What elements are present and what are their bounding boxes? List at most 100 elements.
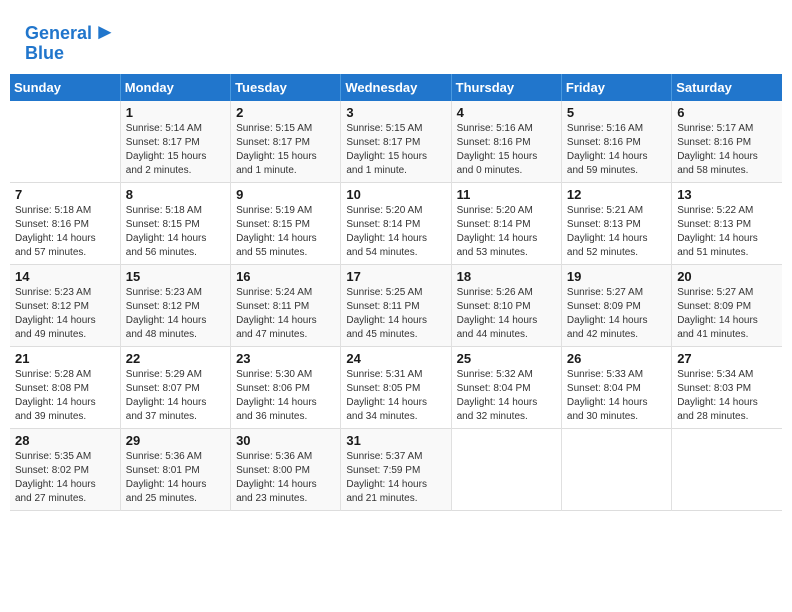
logo-blue: Blue bbox=[25, 43, 64, 63]
day-number: 22 bbox=[126, 351, 225, 366]
day-number: 17 bbox=[346, 269, 445, 284]
calendar-cell: 23Sunrise: 5:30 AM Sunset: 8:06 PM Dayli… bbox=[231, 346, 341, 428]
logo-bird-icon: ► bbox=[94, 19, 116, 44]
day-info: Sunrise: 5:36 AM Sunset: 8:01 PM Dayligh… bbox=[126, 450, 225, 506]
day-number: 7 bbox=[15, 187, 115, 202]
weekday-header: Friday bbox=[561, 74, 671, 101]
calendar-cell: 9 Sunrise: 5:19 AM Sunset: 8:15 PM Daylig… bbox=[231, 182, 341, 264]
calendar-cell: 16Sunrise: 5:24 AM Sunset: 8:11 PM Dayli… bbox=[231, 264, 341, 346]
calendar-cell: 13 Sunrise: 5:22 AM Sunset: 8:13 PM Dayli… bbox=[672, 182, 782, 264]
day-info: Sunrise: 5:33 AM Sunset: 8:04 PM Dayligh… bbox=[567, 368, 666, 424]
calendar-cell: 26 Sunrise: 5:33 AM Sunset: 8:04 PM Dayli… bbox=[561, 346, 671, 428]
calendar-cell: 24Sunrise: 5:31 AM Sunset: 8:05 PM Dayli… bbox=[341, 346, 451, 428]
day-number: 18 bbox=[457, 269, 556, 284]
calendar-cell: 20 Sunrise: 5:27 AM Sunset: 8:09 PM Dayli… bbox=[672, 264, 782, 346]
day-info: Sunrise: 5:34 AM Sunset: 8:03 PM Dayligh… bbox=[677, 368, 777, 424]
day-info: Sunrise: 5:36 AM Sunset: 8:00 PM Dayligh… bbox=[236, 450, 335, 506]
calendar-table: SundayMondayTuesdayWednesdayThursdayFrid… bbox=[10, 74, 782, 511]
day-number: 9 bbox=[236, 187, 335, 202]
day-number: 13 bbox=[677, 187, 777, 202]
calendar-week-row: 21 Sunrise: 5:28 AM Sunset: 8:08 PM Dayli… bbox=[10, 346, 782, 428]
calendar-cell: 21 Sunrise: 5:28 AM Sunset: 8:08 PM Dayli… bbox=[10, 346, 120, 428]
calendar-cell: 27 Sunrise: 5:34 AM Sunset: 8:03 PM Dayli… bbox=[672, 346, 782, 428]
day-number: 15 bbox=[126, 269, 225, 284]
calendar-week-row: 7Sunrise: 5:18 AM Sunset: 8:16 PM Daylig… bbox=[10, 182, 782, 264]
calendar-header: SundayMondayTuesdayWednesdayThursdayFrid… bbox=[10, 74, 782, 101]
calendar-cell: 6Sunrise: 5:17 AM Sunset: 8:16 PM Daylig… bbox=[672, 101, 782, 183]
day-number: 1 bbox=[126, 105, 225, 120]
day-number: 27 bbox=[677, 351, 777, 366]
calendar-cell: 7Sunrise: 5:18 AM Sunset: 8:16 PM Daylig… bbox=[10, 182, 120, 264]
day-number: 20 bbox=[677, 269, 777, 284]
calendar-week-row: 28Sunrise: 5:35 AM Sunset: 8:02 PM Dayli… bbox=[10, 428, 782, 510]
day-info: Sunrise: 5:32 AM Sunset: 8:04 PM Dayligh… bbox=[457, 368, 556, 424]
day-number: 19 bbox=[567, 269, 666, 284]
day-info: Sunrise: 5:26 AM Sunset: 8:10 PM Dayligh… bbox=[457, 286, 556, 342]
day-number: 25 bbox=[457, 351, 556, 366]
day-info: Sunrise: 5:14 AM Sunset: 8:17 PM Dayligh… bbox=[126, 122, 225, 178]
calendar-cell: 4Sunrise: 5:16 AM Sunset: 8:16 PM Daylig… bbox=[451, 101, 561, 183]
day-number: 14 bbox=[15, 269, 115, 284]
day-info: Sunrise: 5:21 AM Sunset: 8:13 PM Dayligh… bbox=[567, 204, 666, 260]
weekday-header: Tuesday bbox=[231, 74, 341, 101]
calendar-cell: 22Sunrise: 5:29 AM Sunset: 8:07 PM Dayli… bbox=[120, 346, 230, 428]
day-info: Sunrise: 5:37 AM Sunset: 7:59 PM Dayligh… bbox=[346, 450, 445, 506]
calendar-cell: 29 Sunrise: 5:36 AM Sunset: 8:01 PM Dayli… bbox=[120, 428, 230, 510]
day-info: Sunrise: 5:23 AM Sunset: 8:12 PM Dayligh… bbox=[126, 286, 225, 342]
calendar-cell: 1 Sunrise: 5:14 AM Sunset: 8:17 PM Daylig… bbox=[120, 101, 230, 183]
day-number: 11 bbox=[457, 187, 556, 202]
day-info: Sunrise: 5:28 AM Sunset: 8:08 PM Dayligh… bbox=[15, 368, 115, 424]
day-info: Sunrise: 5:20 AM Sunset: 8:14 PM Dayligh… bbox=[346, 204, 445, 260]
calendar-cell: 18 Sunrise: 5:26 AM Sunset: 8:10 PM Dayli… bbox=[451, 264, 561, 346]
day-info: Sunrise: 5:18 AM Sunset: 8:15 PM Dayligh… bbox=[126, 204, 225, 260]
day-number: 10 bbox=[346, 187, 445, 202]
calendar-cell bbox=[10, 101, 120, 183]
calendar-cell: 3 Sunrise: 5:15 AM Sunset: 8:17 PM Daylig… bbox=[341, 101, 451, 183]
calendar-cell bbox=[451, 428, 561, 510]
weekday-header: Monday bbox=[120, 74, 230, 101]
calendar-week-row: 14 Sunrise: 5:23 AM Sunset: 8:12 PM Dayli… bbox=[10, 264, 782, 346]
calendar-cell: 30 Sunrise: 5:36 AM Sunset: 8:00 PM Dayli… bbox=[231, 428, 341, 510]
day-number: 30 bbox=[236, 433, 335, 448]
day-info: Sunrise: 5:22 AM Sunset: 8:13 PM Dayligh… bbox=[677, 204, 777, 260]
day-info: Sunrise: 5:27 AM Sunset: 8:09 PM Dayligh… bbox=[567, 286, 666, 342]
calendar-cell bbox=[561, 428, 671, 510]
calendar-cell: 17 Sunrise: 5:25 AM Sunset: 8:11 PM Dayli… bbox=[341, 264, 451, 346]
day-number: 23 bbox=[236, 351, 335, 366]
day-info: Sunrise: 5:19 AM Sunset: 8:15 PM Dayligh… bbox=[236, 204, 335, 260]
logo-general: General bbox=[25, 23, 92, 43]
day-info: Sunrise: 5:20 AM Sunset: 8:14 PM Dayligh… bbox=[457, 204, 556, 260]
calendar-cell: 8 Sunrise: 5:18 AM Sunset: 8:15 PM Daylig… bbox=[120, 182, 230, 264]
day-info: Sunrise: 5:16 AM Sunset: 8:16 PM Dayligh… bbox=[457, 122, 556, 178]
calendar-body: 1 Sunrise: 5:14 AM Sunset: 8:17 PM Daylig… bbox=[10, 101, 782, 511]
day-number: 12 bbox=[567, 187, 666, 202]
logo: General► Blue bbox=[25, 20, 116, 64]
day-number: 31 bbox=[346, 433, 445, 448]
calendar-cell: 2Sunrise: 5:15 AM Sunset: 8:17 PM Daylig… bbox=[231, 101, 341, 183]
day-number: 3 bbox=[346, 105, 445, 120]
calendar-cell: 14 Sunrise: 5:23 AM Sunset: 8:12 PM Dayli… bbox=[10, 264, 120, 346]
day-info: Sunrise: 5:24 AM Sunset: 8:11 PM Dayligh… bbox=[236, 286, 335, 342]
day-number: 6 bbox=[677, 105, 777, 120]
calendar-cell: 11 Sunrise: 5:20 AM Sunset: 8:14 PM Dayli… bbox=[451, 182, 561, 264]
day-info: Sunrise: 5:15 AM Sunset: 8:17 PM Dayligh… bbox=[346, 122, 445, 178]
weekday-header: Sunday bbox=[10, 74, 120, 101]
logo-text: General► Blue bbox=[25, 20, 116, 64]
day-number: 5 bbox=[567, 105, 666, 120]
calendar-cell: 15 Sunrise: 5:23 AM Sunset: 8:12 PM Dayli… bbox=[120, 264, 230, 346]
calendar-cell bbox=[672, 428, 782, 510]
calendar-cell: 19 Sunrise: 5:27 AM Sunset: 8:09 PM Dayli… bbox=[561, 264, 671, 346]
weekday-header: Wednesday bbox=[341, 74, 451, 101]
day-number: 24 bbox=[346, 351, 445, 366]
day-info: Sunrise: 5:35 AM Sunset: 8:02 PM Dayligh… bbox=[15, 450, 115, 506]
day-number: 21 bbox=[15, 351, 115, 366]
day-info: Sunrise: 5:23 AM Sunset: 8:12 PM Dayligh… bbox=[15, 286, 115, 342]
day-number: 29 bbox=[126, 433, 225, 448]
calendar-cell: 25 Sunrise: 5:32 AM Sunset: 8:04 PM Dayli… bbox=[451, 346, 561, 428]
weekday-header: Saturday bbox=[672, 74, 782, 101]
day-info: Sunrise: 5:27 AM Sunset: 8:09 PM Dayligh… bbox=[677, 286, 777, 342]
calendar-cell: 5Sunrise: 5:16 AM Sunset: 8:16 PM Daylig… bbox=[561, 101, 671, 183]
day-number: 26 bbox=[567, 351, 666, 366]
day-number: 8 bbox=[126, 187, 225, 202]
day-info: Sunrise: 5:25 AM Sunset: 8:11 PM Dayligh… bbox=[346, 286, 445, 342]
